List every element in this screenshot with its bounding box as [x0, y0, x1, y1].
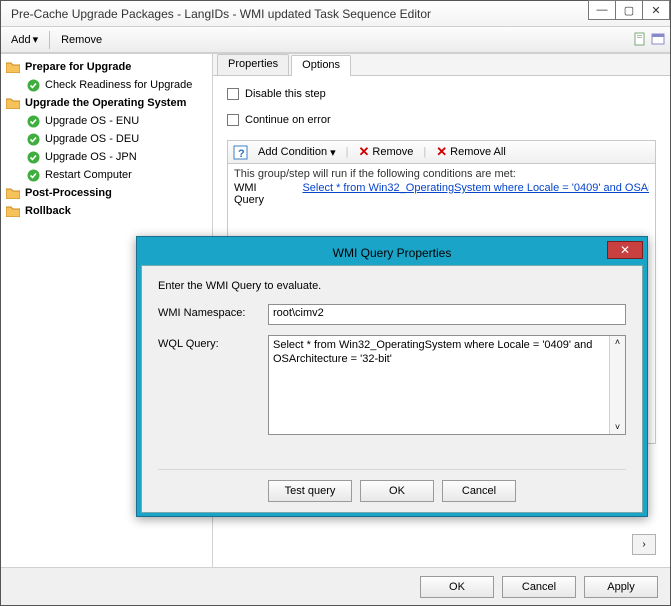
tab-properties[interactable]: Properties	[217, 54, 289, 75]
help-icon[interactable]: ?	[232, 144, 248, 160]
tree-group-rollback[interactable]: Rollback	[3, 202, 210, 220]
tree-label: Check Readiness for Upgrade	[45, 79, 192, 91]
dialog-close-button[interactable]: ✕	[607, 241, 643, 259]
editor-footer: OK Cancel Apply	[1, 567, 670, 605]
tree-label: Rollback	[25, 205, 71, 217]
disable-step-row[interactable]: Disable this step	[227, 88, 656, 100]
remove-all-label: Remove All	[450, 146, 506, 158]
namespace-value: root\cimv2	[273, 307, 324, 319]
tree-label: Prepare for Upgrade	[25, 61, 131, 73]
wmi-query-dialog: WMI Query Properties ✕ Enter the WMI Que…	[136, 236, 648, 517]
tab-strip: Properties Options	[213, 54, 670, 76]
condition-toolbar: ? Add Condition ▾ | ✕ Remove | ✕ Remove …	[227, 140, 656, 164]
folder-icon	[5, 185, 21, 201]
continue-error-label: Continue on error	[245, 114, 331, 126]
tree-label: Post-Processing	[25, 187, 112, 199]
add-label: Add	[11, 34, 31, 46]
dialog-cancel-button[interactable]: Cancel	[442, 480, 516, 502]
check-icon	[25, 77, 41, 93]
condition-type: WMI Query	[234, 182, 288, 206]
wql-query-input[interactable]: Select * from Win32_OperatingSystem wher…	[268, 335, 626, 435]
scroll-down-icon[interactable]: ˅	[615, 422, 620, 433]
tree-group-post[interactable]: Post-Processing	[3, 184, 210, 202]
test-query-label: Test query	[285, 485, 336, 497]
continue-error-checkbox[interactable]	[227, 114, 239, 126]
tree-group-prepare[interactable]: Prepare for Upgrade	[3, 58, 210, 76]
main-toolbar: Add ▾ Remove	[1, 27, 670, 53]
maximize-button[interactable]: ▢	[615, 0, 643, 20]
add-condition-label: Add Condition	[258, 146, 327, 158]
cancel-label: Cancel	[522, 581, 556, 593]
new-doc-icon[interactable]	[632, 32, 648, 48]
tree-step-readiness[interactable]: Check Readiness for Upgrade	[3, 76, 210, 94]
minimize-button[interactable]: —	[588, 0, 616, 20]
namespace-label: WMI Namespace:	[158, 304, 268, 319]
chevron-down-icon: ▾	[33, 33, 39, 46]
dialog-title: WMI Query Properties	[333, 246, 452, 260]
dialog-body: Enter the WMI Query to evaluate. WMI Nam…	[141, 265, 643, 513]
disable-step-checkbox[interactable]	[227, 88, 239, 100]
check-icon	[25, 113, 41, 129]
dialog-ok-label: OK	[389, 485, 405, 497]
scroll-up-icon[interactable]: ˄	[615, 337, 620, 348]
tree-step-jpn[interactable]: Upgrade OS - JPN	[3, 148, 210, 166]
dialog-cancel-label: Cancel	[462, 485, 496, 497]
chevron-down-icon: ▾	[330, 146, 336, 159]
window-titlebar: Pre-Cache Upgrade Packages - LangIDs - W…	[1, 1, 670, 27]
remove-button[interactable]: Remove	[55, 32, 108, 48]
disable-step-label: Disable this step	[245, 88, 326, 100]
apply-button[interactable]: Apply	[584, 576, 658, 598]
dialog-footer: Test query OK Cancel	[158, 469, 626, 502]
x-icon: ✕	[436, 144, 447, 160]
tree-label: Upgrade OS - JPN	[45, 151, 137, 163]
condition-query-link[interactable]: Select * from Win32_OperatingSystem wher…	[302, 182, 649, 206]
window-title: Pre-Cache Upgrade Packages - LangIDs - W…	[11, 7, 431, 21]
tree-step-enu[interactable]: Upgrade OS - ENU	[3, 112, 210, 130]
condition-row[interactable]: WMI Query Select * from Win32_OperatingS…	[234, 182, 649, 206]
svg-text:?: ?	[238, 148, 245, 160]
toolbar-separator	[49, 31, 50, 49]
dialog-intro: Enter the WMI Query to evaluate.	[158, 280, 626, 292]
tab-options[interactable]: Options	[291, 55, 351, 76]
cancel-button[interactable]: Cancel	[502, 576, 576, 598]
tab-options-label: Options	[302, 59, 340, 71]
ok-label: OK	[449, 581, 465, 593]
namespace-input[interactable]: root\cimv2	[268, 304, 626, 325]
folder-icon	[5, 203, 21, 219]
remove-all-button[interactable]: ✕ Remove All	[430, 143, 512, 161]
tree-label: Restart Computer	[45, 169, 132, 181]
check-icon	[25, 167, 41, 183]
check-icon	[25, 131, 41, 147]
remove-condition-button[interactable]: ✕ Remove	[353, 143, 420, 161]
tree-group-upgrade-os[interactable]: Upgrade the Operating System	[3, 94, 210, 112]
tree-label: Upgrade the Operating System	[25, 97, 186, 109]
dialog-ok-button[interactable]: OK	[360, 480, 434, 502]
scroll-right-button[interactable]: ›	[632, 534, 656, 555]
properties-icon[interactable]	[650, 32, 666, 48]
wql-query-value: Select * from Win32_OperatingSystem wher…	[273, 339, 621, 367]
close-button[interactable]: ✕	[642, 0, 670, 20]
add-condition-menu[interactable]: Add Condition ▾	[252, 145, 342, 160]
textarea-scrollbar[interactable]: ˄ ˅	[609, 336, 625, 434]
tree-label: Upgrade OS - ENU	[45, 115, 139, 127]
test-query-button[interactable]: Test query	[268, 480, 352, 502]
folder-icon	[5, 59, 21, 75]
check-icon	[25, 149, 41, 165]
x-icon: ✕	[359, 144, 370, 160]
tree-label: Upgrade OS - DEU	[45, 133, 139, 145]
apply-label: Apply	[607, 581, 635, 593]
window-buttons: — ▢ ✕	[589, 0, 670, 20]
remove-condition-label: Remove	[372, 146, 413, 158]
tree-step-deu[interactable]: Upgrade OS - DEU	[3, 130, 210, 148]
dialog-titlebar[interactable]: WMI Query Properties ✕	[141, 241, 643, 265]
continue-error-row[interactable]: Continue on error	[227, 114, 656, 126]
tree-step-restart[interactable]: Restart Computer	[3, 166, 210, 184]
remove-label: Remove	[61, 34, 102, 46]
wql-label: WQL Query:	[158, 335, 268, 350]
add-menu[interactable]: Add ▾	[5, 31, 44, 48]
ok-button[interactable]: OK	[420, 576, 494, 598]
folder-icon	[5, 95, 21, 111]
conditions-header: This group/step will run if the followin…	[234, 168, 649, 180]
tab-properties-label: Properties	[228, 58, 278, 70]
